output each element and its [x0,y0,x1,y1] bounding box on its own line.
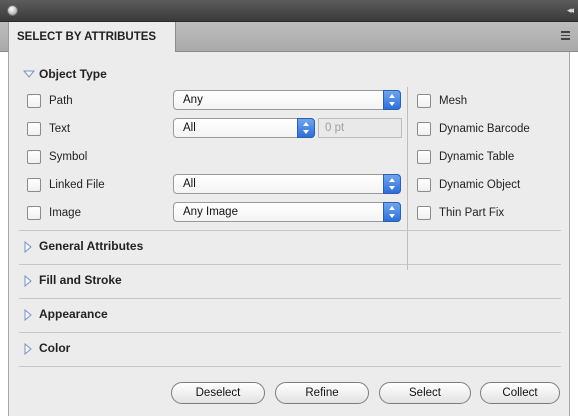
checkbox-path[interactable] [27,94,41,108]
path-type-select[interactable]: Any [173,90,401,110]
disclosure-expanded-icon [23,70,35,78]
collapse-panel-icon[interactable]: ◂◂ [567,5,574,16]
window-titlebar: ◂◂ [0,0,578,22]
dynamic-object-label: Dynamic Object [439,179,521,191]
section-title: Color [39,341,71,355]
linked-file-select[interactable]: All [173,174,401,194]
text-size-field[interactable]: 0 pt [318,118,402,138]
checkbox-dynamic-object[interactable] [417,178,431,192]
section-object-type[interactable]: Object Type [9,58,561,90]
section-title: General Attributes [39,239,144,253]
text-label: Text [49,123,71,135]
mesh-label: Mesh [439,95,468,107]
section-color[interactable]: Color [9,332,561,364]
refine-button[interactable]: Refine [275,382,369,404]
select-arrows-icon [383,202,401,222]
text-size-value: 0 pt [325,122,345,134]
panel-content: Object Type Path Any Text All 0 pt Symbo… [8,52,570,416]
section-title: Appearance [39,307,108,321]
disclosure-collapsed-icon [24,309,32,321]
dynamic-table-label: Dynamic Table [439,151,515,163]
checkbox-dynamic-barcode[interactable] [417,122,431,136]
checkbox-linked-file[interactable] [27,178,41,192]
checkbox-text[interactable] [27,122,41,136]
collect-button[interactable]: Collect [480,382,560,404]
checkbox-thin-part-fix[interactable] [417,206,431,220]
panel-menu-icon[interactable] [558,29,570,43]
panel-tabstrip: SELECT BY ATTRIBUTES [0,22,578,52]
section-title: Object Type [39,67,107,81]
checkbox-mesh[interactable] [417,94,431,108]
image-label: Image [49,207,81,219]
close-icon[interactable] [7,5,18,16]
checkbox-symbol[interactable] [27,150,41,164]
dynamic-barcode-label: Dynamic Barcode [439,123,530,135]
disclosure-collapsed-icon [24,275,32,287]
text-type-select[interactable]: All [173,118,315,138]
section-appearance[interactable]: Appearance [9,298,561,330]
select-button[interactable]: Select [379,382,471,404]
select-arrows-icon [383,174,401,194]
select-arrows-icon [383,90,401,110]
checkbox-image[interactable] [27,206,41,220]
linked-file-label: Linked File [49,179,105,191]
section-fill-and-stroke[interactable]: Fill and Stroke [9,264,561,296]
select-value: Any Image [183,206,238,218]
disclosure-collapsed-icon [24,343,32,355]
section-separator [19,366,561,367]
section-title: Fill and Stroke [39,273,122,287]
select-arrows-icon [297,118,315,138]
symbol-label: Symbol [49,151,88,163]
checkbox-dynamic-table[interactable] [417,150,431,164]
path-label: Path [49,95,73,107]
image-type-select[interactable]: Any Image [173,202,401,222]
section-general-attributes[interactable]: General Attributes [9,230,561,262]
tab-select-by-attributes[interactable]: SELECT BY ATTRIBUTES [8,22,176,52]
thin-part-fix-label: Thin Part Fix [439,207,505,219]
select-value: All [183,122,196,134]
select-value: Any [183,94,203,106]
select-value: All [183,178,196,190]
deselect-button[interactable]: Deselect [171,382,265,404]
disclosure-collapsed-icon [24,241,32,253]
